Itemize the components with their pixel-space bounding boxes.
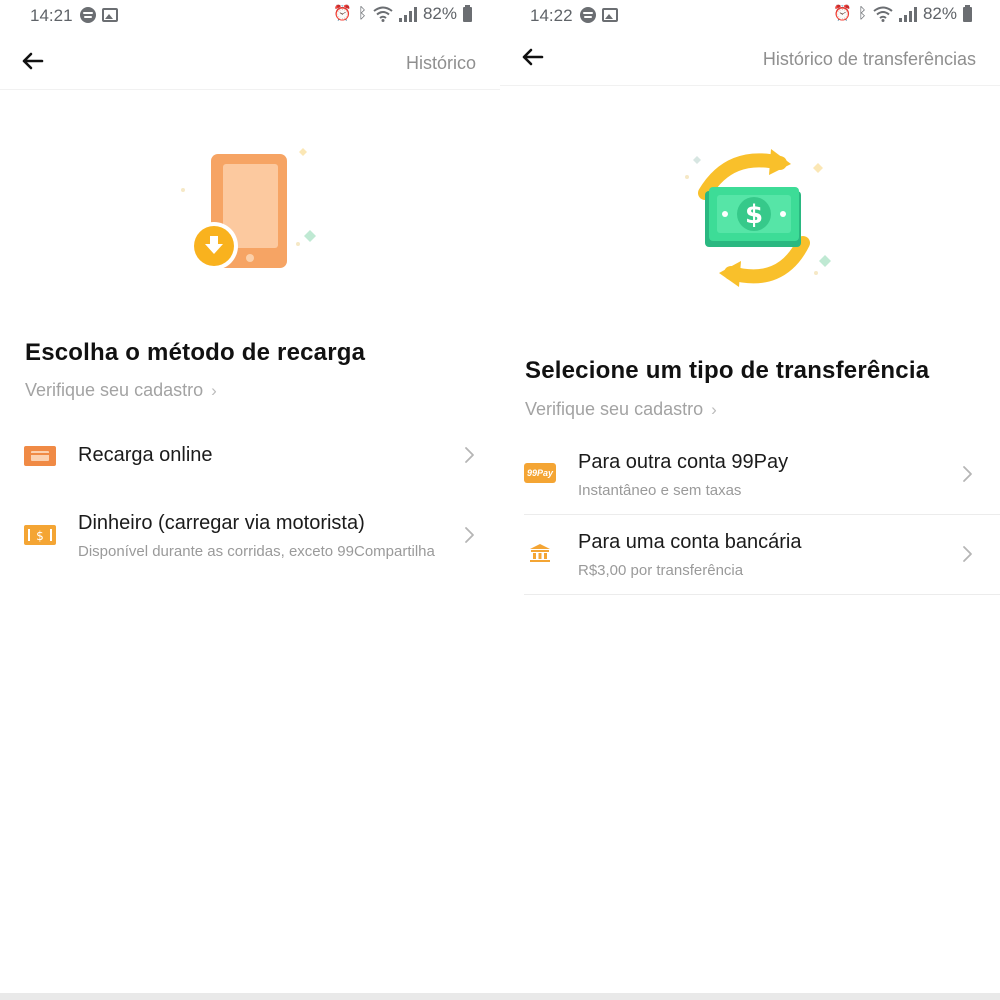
battery-icon xyxy=(963,4,972,22)
spotify-icon xyxy=(80,7,96,23)
option-title: Recarga online xyxy=(78,444,213,466)
option-title: Dinheiro (carregar via motorista) xyxy=(78,512,365,534)
transfer-to-99pay-option[interactable]: 99Pay Para outra conta 99Pay Instantâneo… xyxy=(524,435,1000,515)
alarm-icon: ⏰ xyxy=(833,5,852,22)
top-nav: Histórico xyxy=(0,40,500,90)
transfer-to-bank-option[interactable]: Para uma conta bancária R$3,00 por trans… xyxy=(524,515,1000,595)
chevron-right-icon xyxy=(465,527,474,543)
bottom-edge xyxy=(0,993,1000,1000)
status-bar: 14:22 ⏰ ᛒ 82% xyxy=(500,0,1000,32)
bluetooth-icon: ᛒ xyxy=(357,5,367,22)
status-bar: 14:21 ⏰ ᛒ 82% xyxy=(0,0,500,32)
chevron-right-icon xyxy=(963,466,972,482)
chevron-right-icon xyxy=(963,546,972,562)
cash-icon: $ xyxy=(24,525,56,545)
image-icon xyxy=(102,8,118,22)
money-transfer-illustration: $ xyxy=(685,149,831,287)
verify-registration-label: Verifique seu cadastro xyxy=(25,380,204,400)
svg-text:$: $ xyxy=(745,200,763,230)
back-arrow-icon[interactable] xyxy=(20,48,46,74)
recharge-method-screen: 14:21 ⏰ ᛒ 82% Histórico Escolha o método… xyxy=(0,0,500,993)
page-title: Escolha o método de recarga xyxy=(25,339,366,366)
signal-icon xyxy=(398,6,417,22)
bank-icon xyxy=(530,544,550,562)
battery-percent: 82% xyxy=(422,4,457,23)
verify-registration-link[interactable]: Verifique seu cadastro › xyxy=(25,380,217,401)
card-icon xyxy=(24,446,56,466)
signal-icon xyxy=(898,6,917,22)
online-recharge-option[interactable]: Recarga online xyxy=(24,435,476,490)
chevron-right-icon: › xyxy=(211,380,217,400)
cash-recharge-option[interactable]: $ Dinheiro (carregar via motorista) Disp… xyxy=(24,505,476,575)
chevron-right-icon xyxy=(465,447,474,463)
99pay-icon: 99Pay xyxy=(524,463,556,483)
chevron-right-icon: › xyxy=(711,399,717,419)
battery-percent: 82% xyxy=(922,4,957,23)
option-title: Para uma conta bancária xyxy=(578,531,802,553)
option-subtitle: Disponível durante as corridas, exceto 9… xyxy=(78,543,435,560)
transfer-type-screen: 14:22 ⏰ ᛒ 82% Histórico de transferência… xyxy=(500,0,1000,993)
option-title: Para outra conta 99Pay xyxy=(578,451,789,473)
page-title: Selecione um tipo de transferência xyxy=(525,357,930,384)
phone-recharge-illustration xyxy=(181,148,316,270)
bluetooth-icon: ᛒ xyxy=(857,5,867,22)
verify-registration-label: Verifique seu cadastro xyxy=(525,399,704,419)
status-time: 14:22 xyxy=(530,6,573,25)
image-icon xyxy=(602,8,618,22)
history-link[interactable]: Histórico xyxy=(406,53,476,74)
option-subtitle: R$3,00 por transferência xyxy=(578,562,744,579)
verify-registration-link[interactable]: Verifique seu cadastro › xyxy=(525,399,717,420)
back-arrow-icon[interactable] xyxy=(520,44,546,70)
svg-text:$: $ xyxy=(36,529,44,543)
status-time: 14:21 xyxy=(30,6,73,25)
option-subtitle: Instantâneo e sem taxas xyxy=(578,482,742,499)
top-nav: Histórico de transferências xyxy=(500,36,1000,86)
battery-icon xyxy=(463,4,472,22)
transfer-history-link[interactable]: Histórico de transferências xyxy=(763,49,976,70)
wifi-icon xyxy=(373,6,393,22)
wifi-icon xyxy=(873,6,893,22)
alarm-icon: ⏰ xyxy=(333,5,352,22)
spotify-icon xyxy=(580,7,596,23)
